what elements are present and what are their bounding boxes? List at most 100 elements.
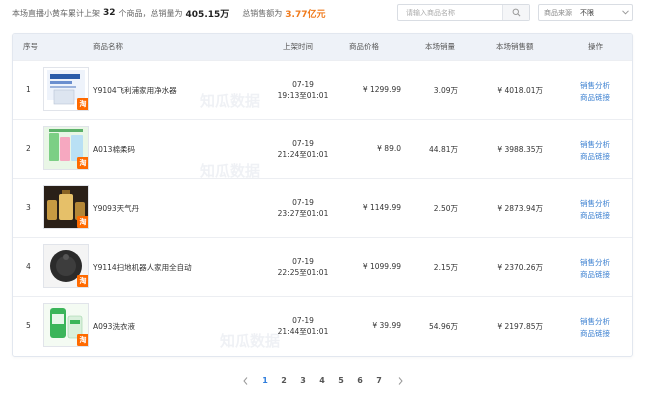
next-page-button[interactable] <box>395 377 405 385</box>
product-image[interactable]: 淘 <box>43 126 89 170</box>
sales-analysis-link[interactable]: 销售分析 <box>580 198 610 209</box>
taobao-badge-label: 淘 <box>79 218 87 226</box>
watermark: 知瓜数据 <box>220 332 281 350</box>
row-index: 3 <box>26 203 31 212</box>
row-index: 2 <box>26 144 31 153</box>
product-name[interactable]: Y9104飞利浦家用净水器 <box>93 85 177 96</box>
watermark: 知瓜数据 <box>200 162 261 180</box>
product-count: 32 <box>103 8 116 18</box>
product-price: ¥ 89.0 <box>377 144 401 153</box>
chevron-down-icon <box>618 10 632 15</box>
product-name[interactable]: Y9114扫地机器人家用全自动 <box>93 262 192 273</box>
listing-date: 07-19 <box>292 257 314 266</box>
product-image[interactable]: 淘 <box>43 303 89 347</box>
product-price: ¥ 1299.99 <box>362 85 401 94</box>
row-index: 1 <box>26 85 31 94</box>
col-name: 商品名称 <box>93 42 123 51</box>
listing-time: 07-19 23:27至01:01 <box>263 197 343 219</box>
table-header: 序号 商品名称 上架时间 商品价格 本场销量 本场销售额 操作 <box>13 34 632 60</box>
col-volume: 本场销量 <box>425 42 455 51</box>
table-row: 1 淘 Y9104飞利浦家用净水器 07-19 19:13至01:01 ¥ 12… <box>13 60 632 119</box>
taobao-badge-icon: 淘 <box>77 334 88 346</box>
product-link[interactable]: 商品链接 <box>580 151 610 162</box>
page-6-button[interactable]: 6 <box>354 376 366 385</box>
source-label: 商品来源 <box>544 8 572 17</box>
product-image[interactable]: 淘 <box>43 67 89 111</box>
prev-page-button[interactable] <box>240 377 250 385</box>
search-box <box>397 4 530 21</box>
product-name[interactable]: A093洗衣液 <box>93 321 135 332</box>
page-7-button[interactable]: 7 <box>373 376 385 385</box>
listing-date: 07-19 <box>292 316 314 325</box>
sales-analysis-link[interactable]: 销售分析 <box>580 316 610 327</box>
product-link[interactable]: 商品链接 <box>580 210 610 221</box>
col-price: 商品价格 <box>349 42 379 51</box>
sales-volume: 54.96万 <box>429 322 458 331</box>
product-link[interactable]: 商品链接 <box>580 328 610 339</box>
summary-count-unit: 个商品，总销量为 <box>118 8 183 18</box>
row-index: 4 <box>26 262 31 271</box>
listing-time: 07-19 22:25至01:01 <box>263 256 343 278</box>
listing-range: 23:27至01:01 <box>277 209 329 218</box>
listing-time: 07-19 19:13至01:01 <box>263 79 343 101</box>
product-price: ¥ 1149.99 <box>362 203 401 212</box>
pagination: 1234567 <box>0 376 650 388</box>
listing-range: 19:13至01:01 <box>277 91 329 100</box>
sales-volume: 2.50万 <box>433 204 458 213</box>
col-time: 上架时间 <box>283 42 313 51</box>
listing-range: 22:25至01:01 <box>277 268 329 277</box>
table-row: 3 淘 Y9093天气丹 07-19 23:27至01:01 ¥ 1149.99… <box>13 178 632 237</box>
sales-label: 总销售额为 <box>242 8 283 18</box>
sales-analysis-link[interactable]: 销售分析 <box>580 139 610 150</box>
page-2-button[interactable]: 2 <box>278 376 290 385</box>
total-sales: 3.77亿元 <box>285 9 326 20</box>
summary-bar: 本场直播小黄车累计上架 32 个商品，总销量为 405.15万 总销售额为 3.… <box>12 6 325 20</box>
product-name[interactable]: Y9093天气丹 <box>93 203 139 214</box>
product-link[interactable]: 商品链接 <box>580 269 610 280</box>
taobao-badge-icon: 淘 <box>77 157 88 169</box>
product-image[interactable]: 淘 <box>43 185 89 229</box>
page-3-button[interactable]: 3 <box>297 376 309 385</box>
source-select[interactable]: 商品来源 不限 <box>538 4 633 21</box>
listing-date: 07-19 <box>292 139 314 148</box>
product-price: ¥ 1099.99 <box>362 262 401 271</box>
listing-date: 07-19 <box>292 80 314 89</box>
taobao-badge-label: 淘 <box>79 100 87 108</box>
page-4-button[interactable]: 4 <box>316 376 328 385</box>
listing-range: 21:24至01:01 <box>277 150 329 159</box>
product-table: 序号 商品名称 上架时间 商品价格 本场销量 本场销售额 操作 1 淘 Y910… <box>12 33 633 357</box>
total-volume: 405.15万 <box>185 9 230 20</box>
sales-volume: 3.09万 <box>433 86 458 95</box>
taobao-badge-icon: 淘 <box>77 98 88 110</box>
col-index: 序号 <box>23 42 38 51</box>
listing-date: 07-19 <box>292 198 314 207</box>
row-index: 5 <box>26 321 31 330</box>
sales-analysis-link[interactable]: 销售分析 <box>580 80 610 91</box>
chevron-right-icon <box>398 377 403 385</box>
sales-volume: 2.15万 <box>433 263 458 272</box>
table-row: 5 淘 A093洗衣液 07-19 21:44至01:01 ¥ 39.99 54… <box>13 296 632 355</box>
product-name[interactable]: A013棉柔码 <box>93 144 135 155</box>
search-icon <box>512 8 520 17</box>
page-1-button[interactable]: 1 <box>259 376 271 385</box>
sales-analysis-link[interactable]: 销售分析 <box>580 257 610 268</box>
taobao-badge-icon: 淘 <box>77 216 88 228</box>
listing-time: 07-19 21:24至01:01 <box>263 138 343 160</box>
sales-volume: 44.81万 <box>429 145 458 154</box>
search-input[interactable] <box>398 5 502 20</box>
chevron-left-icon <box>242 377 247 385</box>
taobao-badge-label: 淘 <box>79 336 87 344</box>
sales-amount: ¥ 3988.35万 <box>497 145 543 154</box>
taobao-badge-label: 淘 <box>79 277 87 285</box>
sales-amount: ¥ 2197.85万 <box>497 322 543 331</box>
product-image[interactable]: 淘 <box>43 244 89 288</box>
product-link[interactable]: 商品链接 <box>580 92 610 103</box>
page-5-button[interactable]: 5 <box>335 376 347 385</box>
search-button[interactable] <box>502 5 529 20</box>
summary-prefix: 本场直播小黄车累计上架 <box>12 8 100 18</box>
product-price: ¥ 39.99 <box>372 321 401 330</box>
table-row: 2 淘 A013棉柔码 07-19 21:24至01:01 ¥ 89.0 44.… <box>13 119 632 178</box>
col-action: 操作 <box>588 42 603 51</box>
source-value: 不限 <box>580 8 594 17</box>
table-row: 4 淘 Y9114扫地机器人家用全自动 07-19 22:25至01:01 ¥ … <box>13 237 632 296</box>
